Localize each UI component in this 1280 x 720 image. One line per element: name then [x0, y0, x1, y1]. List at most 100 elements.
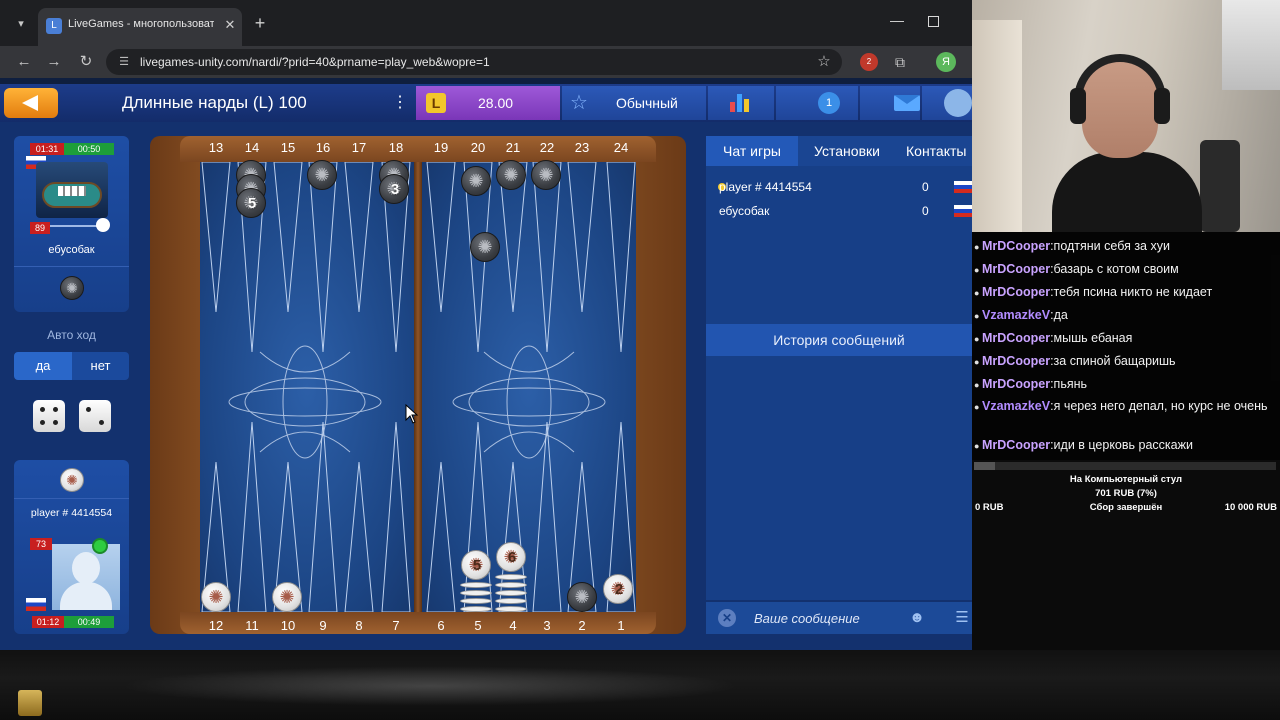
rating-slider-knob — [96, 218, 110, 232]
site-info-icon[interactable]: ☰ — [116, 54, 132, 70]
stats-button[interactable] — [708, 86, 774, 120]
url-text[interactable]: livegames-unity.com/nardi/?prid=40&prnam… — [140, 55, 490, 69]
chat-username[interactable]: MrDCooper — [982, 331, 1050, 345]
tab-settings[interactable]: Установки — [800, 136, 894, 166]
checker-dark[interactable] — [461, 166, 491, 196]
more-menu-icon[interactable]: ⋮ — [392, 92, 408, 114]
board-point[interactable] — [606, 161, 636, 353]
checker-light[interactable]: 6 — [496, 542, 526, 572]
chat-username[interactable]: VzamazkeV — [982, 308, 1050, 322]
board-point[interactable] — [567, 161, 597, 313]
board-point[interactable] — [201, 161, 231, 313]
checker-dark[interactable]: 3 — [379, 174, 409, 204]
auto-move-no-button[interactable]: нет — [72, 352, 129, 380]
chat-username[interactable]: MrDCooper — [982, 438, 1050, 452]
list-item[interactable]: ебусобак 0 — [718, 202, 972, 220]
opponent-timer-main: 01:31 — [30, 143, 64, 155]
new-tab-icon[interactable]: + — [250, 13, 270, 33]
chat-username[interactable]: VzamazkeV — [982, 399, 1050, 413]
checker-dark[interactable] — [470, 232, 500, 262]
stack-count-p5: 5 — [472, 557, 482, 574]
chat-message: ● VzamazkeV:да — [974, 307, 1278, 324]
tab-contacts[interactable]: Контакты — [906, 136, 972, 166]
message-history-header[interactable]: История сообщений — [706, 324, 972, 356]
mode-button[interactable]: ☆ Обычный — [562, 86, 706, 120]
profile-avatar[interactable]: Я — [936, 52, 956, 72]
die-two[interactable] — [79, 400, 111, 432]
chat-username[interactable]: MrDCooper — [982, 354, 1050, 368]
opponent-checker-icon — [60, 276, 84, 300]
back-arrow-icon[interactable]: ← — [14, 52, 34, 72]
board-point[interactable] — [532, 421, 562, 613]
message-input[interactable] — [754, 604, 890, 632]
currency-icon: L — [426, 93, 446, 113]
board-point[interactable] — [308, 161, 338, 353]
point-number-top: 19 — [433, 140, 449, 155]
checker-light[interactable] — [272, 582, 302, 612]
minimize-icon[interactable]: — — [888, 12, 906, 32]
extension-icon[interactable]: 2 — [860, 53, 878, 71]
chat-message: ● MrDCooper:тебя псина никто не кидает — [974, 284, 1278, 301]
game-title: Длинные нарды (L) 100 — [122, 93, 307, 112]
board-point[interactable] — [344, 461, 374, 613]
player-card[interactable]: player # 4414554 73 01:12 00:49 — [14, 460, 129, 634]
chat-tabs: Чат игры Установки Контакты — [706, 136, 972, 166]
board-right-half[interactable] — [422, 161, 636, 613]
extensions-puzzle-icon[interactable]: ⧉ — [890, 52, 910, 72]
list-item[interactable]: player # 4414554 0 — [718, 178, 972, 196]
browser-tab[interactable]: L LiveGames - многопользовате ✕ — [38, 8, 242, 46]
point-number-bottom: 5 — [474, 618, 482, 633]
checker-dark[interactable] — [307, 160, 337, 190]
checker-light[interactable]: 2 — [603, 574, 633, 604]
mail-button[interactable] — [860, 86, 920, 120]
chat-username[interactable]: MrDCooper — [982, 285, 1050, 299]
notifications-button[interactable]: 1 — [776, 86, 858, 120]
board-point[interactable] — [426, 461, 456, 613]
maximize-icon[interactable] — [928, 16, 939, 27]
rating-slider — [50, 225, 102, 227]
account-button[interactable] — [922, 86, 972, 120]
point-number-bottom: 8 — [355, 618, 363, 633]
checker-light[interactable]: 5 — [461, 550, 491, 580]
checker-dark[interactable]: 5 — [236, 188, 266, 218]
chat-username[interactable]: MrDCooper — [982, 262, 1050, 276]
board-point[interactable] — [532, 161, 562, 353]
player-name: player # 4414554 — [30, 507, 113, 519]
bullet-icon: ● — [974, 265, 980, 275]
bookmark-star-icon[interactable]: ☆ — [814, 52, 834, 72]
tab-close-icon[interactable]: ✕ — [222, 17, 238, 33]
checker-dark[interactable] — [567, 582, 597, 612]
forward-arrow-icon[interactable]: → — [44, 52, 64, 72]
notifications-badge: 1 — [818, 92, 840, 114]
board-point[interactable] — [426, 161, 456, 313]
url-field[interactable]: ☰ livegames-unity.com/nardi/?prid=40&prn… — [106, 49, 842, 75]
bullet-icon: ● — [974, 380, 980, 390]
board-point[interactable] — [381, 421, 411, 613]
emoji-icon[interactable]: ☻ — [906, 608, 928, 628]
die-four[interactable] — [33, 400, 65, 432]
clear-icon[interactable]: ✕ — [718, 609, 736, 627]
back-button[interactable] — [4, 88, 58, 118]
checker-dark[interactable] — [531, 160, 561, 190]
reload-icon[interactable]: ↻ — [76, 52, 96, 72]
tab-search-icon[interactable]: ▾ — [10, 14, 32, 34]
board-point[interactable] — [344, 161, 374, 313]
board-left-half[interactable] — [200, 161, 414, 613]
donation-progress-bar — [974, 462, 1276, 470]
checker-dark[interactable] — [496, 160, 526, 190]
chat-message: ● MrDCooper:за спиной бащаришь — [974, 353, 1278, 370]
board-point[interactable] — [308, 421, 338, 613]
point-number-top: 15 — [280, 140, 296, 155]
board-point[interactable] — [273, 161, 303, 313]
chat-username[interactable]: MrDCooper — [982, 377, 1050, 391]
send-icon[interactable]: ☰ — [952, 608, 972, 628]
auto-move-yes-button[interactable]: да — [14, 352, 72, 380]
opponent-card[interactable]: 01:31 00:50 89 ебусобак — [14, 136, 129, 312]
tab-game-chat[interactable]: Чат игры — [706, 136, 798, 166]
balance-button[interactable]: L 28.00 — [416, 86, 560, 120]
opponent-name: ебусобак — [48, 244, 95, 256]
chat-username[interactable]: MrDCooper — [982, 239, 1050, 253]
checker-light[interactable] — [201, 582, 231, 612]
chat-message: ● VzamazkeV:я через него депал, но курс н… — [974, 398, 1278, 415]
board-right-points — [426, 161, 636, 613]
